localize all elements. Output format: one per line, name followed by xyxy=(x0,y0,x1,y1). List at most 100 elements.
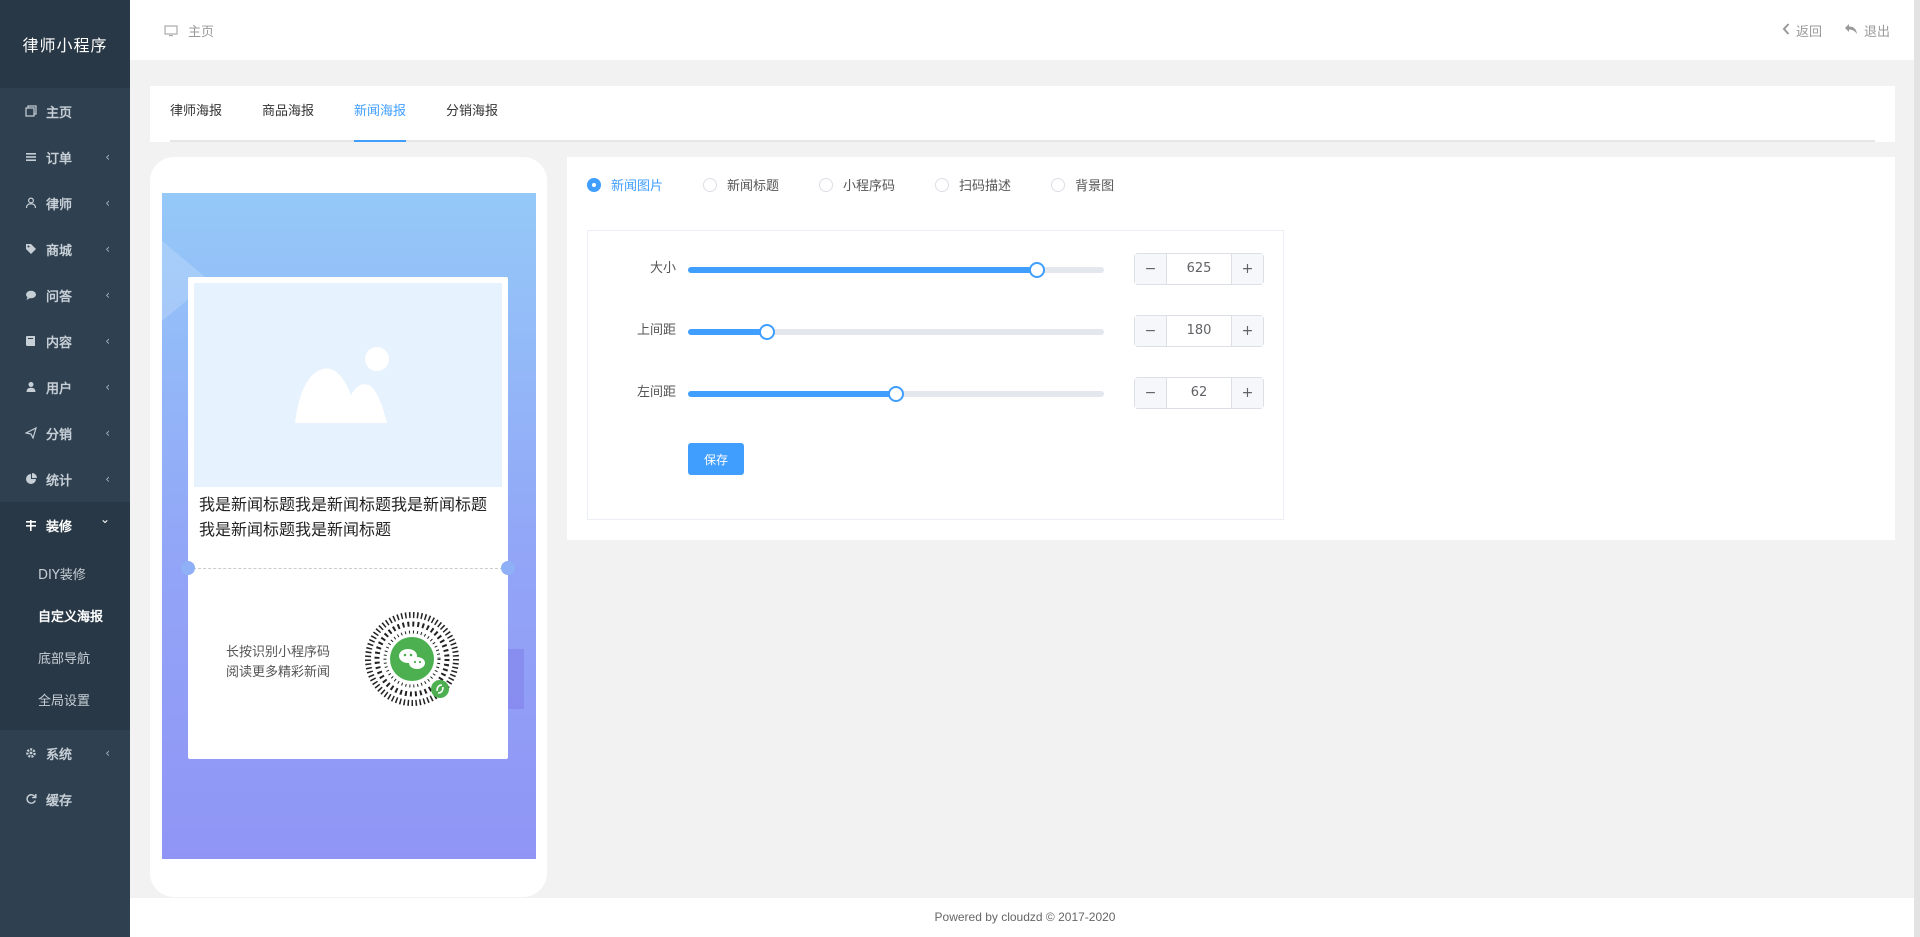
sidebar-item-home[interactable]: 主页 xyxy=(0,88,130,134)
size-input[interactable]: 625 xyxy=(1167,254,1231,284)
ticket-notch xyxy=(501,561,515,575)
book-icon xyxy=(24,334,38,348)
decorate-icon xyxy=(24,518,38,532)
breadcrumb[interactable]: 主页 xyxy=(164,21,214,40)
top-margin-input[interactable]: 180 xyxy=(1167,316,1231,346)
tab-product-poster[interactable]: 商品海报 xyxy=(262,86,314,140)
sidebar-item-cache[interactable]: 缓存 xyxy=(0,776,130,822)
list-icon xyxy=(24,150,38,164)
chevron-left-icon: ‹ xyxy=(105,746,110,760)
sidebar-menu: 主页 订单 ‹ 律师 ‹ 商城 ‹ 问答 ‹ 内容 ‹ 用户 ‹ 分销 ‹ 统计… xyxy=(0,88,130,548)
sidebar-item-stats[interactable]: 统计 ‹ xyxy=(0,456,130,502)
radio-background-image[interactable]: 背景图 xyxy=(1051,175,1114,194)
increase-button[interactable]: + xyxy=(1231,378,1263,408)
chevron-left-icon: ‹ xyxy=(105,380,110,394)
monitor-icon xyxy=(164,24,178,36)
tab-news-poster[interactable]: 新闻海报 xyxy=(354,86,407,142)
sidebar-item-orders[interactable]: 订单 ‹ xyxy=(0,134,130,180)
footer: Powered by cloudzd © 2017-2020 xyxy=(130,898,1920,937)
news-title[interactable]: 我是新闻标题我是新闻标题我是新闻标题我是新闻标题我是新闻标题 xyxy=(199,492,501,542)
decorate-submenu: DIY装修 自定义海报 底部导航 全局设置 xyxy=(0,548,130,730)
back-button[interactable]: 返回 xyxy=(1782,21,1822,40)
submenu-item-global-settings[interactable]: 全局设置 xyxy=(0,678,130,720)
radio-mini-program-code[interactable]: 小程序码 xyxy=(819,175,895,194)
save-button[interactable]: 保存 xyxy=(688,443,744,475)
size-slider[interactable] xyxy=(688,262,1104,278)
logout-button[interactable]: 退出 xyxy=(1844,21,1890,40)
radio-label: 新闻图片 xyxy=(611,179,664,194)
radio-dot xyxy=(819,177,834,192)
sidebar-item-label: 商城 xyxy=(46,243,73,259)
radio-dot xyxy=(935,177,950,192)
scan-description[interactable]: 长按识别小程序码 阅读更多精彩新闻 xyxy=(226,643,330,683)
sidebar-item-label: 缓存 xyxy=(46,793,73,809)
left-margin-slider[interactable] xyxy=(688,386,1104,402)
sidebar-item-system[interactable]: 系统 ‹ xyxy=(0,730,130,776)
poster-card: 我是新闻标题我是新闻标题我是新闻标题我是新闻标题我是新闻标题 长按识别小程序码 … xyxy=(181,277,515,759)
chevron-left-icon: ‹ xyxy=(105,150,110,164)
scan-line-1: 长按识别小程序码 xyxy=(226,645,331,660)
sidebar-item-label: 系统 xyxy=(46,747,73,763)
decrease-button[interactable]: − xyxy=(1135,254,1167,284)
chevron-left-icon: ‹ xyxy=(105,196,110,210)
radio-scan-description[interactable]: 扫码描述 xyxy=(935,175,1011,194)
submenu-item-diy[interactable]: DIY装修 xyxy=(0,552,130,594)
slider-fill xyxy=(688,267,1038,273)
radio-news-image[interactable]: 新闻图片 xyxy=(587,175,663,194)
send-icon xyxy=(24,426,38,440)
reply-icon xyxy=(1844,23,1858,39)
sidebar-item-content[interactable]: 内容 ‹ xyxy=(0,318,130,364)
sidebar-item-mall[interactable]: 商城 ‹ xyxy=(0,226,130,272)
sidebar-item-label: 统计 xyxy=(46,473,73,489)
sidebar-item-decorate[interactable]: 装修 ⌄ xyxy=(0,502,130,548)
user-icon xyxy=(24,380,38,394)
slider-handle[interactable] xyxy=(1029,262,1046,278)
poster-canvas: 我是新闻标题我是新闻标题我是新闻标题我是新闻标题我是新闻标题 长按识别小程序码 … xyxy=(162,193,536,859)
decrease-button[interactable]: − xyxy=(1135,378,1167,408)
chevron-left-icon: ‹ xyxy=(105,242,110,256)
top-actions: 返回 退出 xyxy=(1760,21,1890,40)
gear-icon xyxy=(24,746,38,760)
news-image-placeholder[interactable] xyxy=(194,283,502,487)
phone-preview: 我是新闻标题我是新闻标题我是新闻标题我是新闻标题我是新闻标题 长按识别小程序码 … xyxy=(150,157,547,897)
divider xyxy=(188,568,508,569)
radio-news-title[interactable]: 新闻标题 xyxy=(703,175,779,194)
scan-line-2: 阅读更多精彩新闻 xyxy=(226,665,331,680)
user-outline-icon xyxy=(24,196,38,210)
mini-program-code-icon[interactable] xyxy=(364,611,460,707)
sidebar-item-label: 内容 xyxy=(46,335,73,351)
increase-button[interactable]: + xyxy=(1231,254,1263,284)
size-stepper: − 625 + xyxy=(1134,253,1264,285)
refresh-icon xyxy=(24,792,38,806)
decrease-button[interactable]: − xyxy=(1135,316,1167,346)
top-margin-row: 上间距 − 180 + xyxy=(588,313,1285,349)
sidebar-item-label: 订单 xyxy=(46,151,73,167)
page-scrollbar[interactable] xyxy=(1914,0,1920,937)
copy-icon xyxy=(24,104,38,118)
sidebar-item-users[interactable]: 用户 ‹ xyxy=(0,364,130,410)
sidebar-item-distribution[interactable]: 分销 ‹ xyxy=(0,410,130,456)
left-margin-stepper: − 62 + xyxy=(1134,377,1264,409)
sidebar: 律师小程序 主页 订单 ‹ 律师 ‹ 商城 ‹ 问答 ‹ 内容 ‹ 用户 ‹ 分… xyxy=(0,0,130,937)
app-title: 律师小程序 xyxy=(0,0,130,88)
topbar: 主页 返回 退出 xyxy=(130,0,1920,60)
submenu-item-bottom-nav[interactable]: 底部导航 xyxy=(0,636,130,678)
slider-handle[interactable] xyxy=(888,386,904,402)
submenu-item-custom-poster[interactable]: 自定义海报 xyxy=(0,594,130,636)
sidebar-item-qa[interactable]: 问答 ‹ xyxy=(0,272,130,318)
tab-distribution-poster[interactable]: 分销海报 xyxy=(446,86,498,140)
left-margin-input[interactable]: 62 xyxy=(1167,378,1231,408)
radio-dot xyxy=(703,177,718,192)
settings-form: 大小 − 625 + 上间距 − 180 + 左间距 − 62 + 保存 xyxy=(587,230,1284,520)
poster-tabs: 律师海报 商品海报 新闻海报 分销海报 xyxy=(170,86,1875,142)
slider-handle[interactable] xyxy=(759,324,776,340)
slider-fill xyxy=(688,391,896,397)
tab-lawyer-poster[interactable]: 律师海报 xyxy=(170,86,222,140)
top-margin-slider[interactable] xyxy=(688,324,1104,340)
breadcrumb-label: 主页 xyxy=(188,25,215,40)
radio-label: 背景图 xyxy=(1075,179,1115,194)
sidebar-item-lawyer[interactable]: 律师 ‹ xyxy=(0,180,130,226)
radio-label: 小程序码 xyxy=(843,179,896,194)
increase-button[interactable]: + xyxy=(1231,316,1263,346)
top-margin-label: 上间距 xyxy=(636,323,676,338)
